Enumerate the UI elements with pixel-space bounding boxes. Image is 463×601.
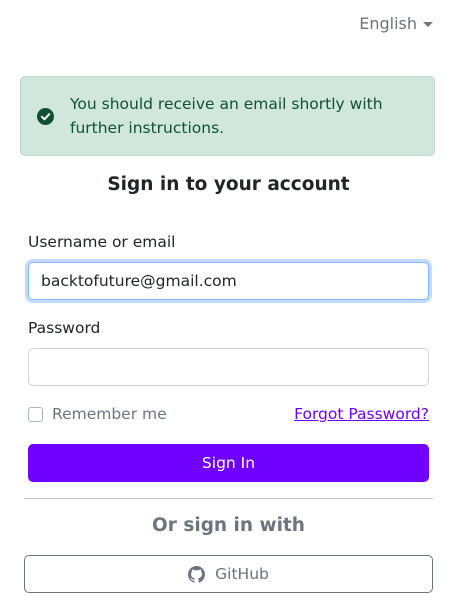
check-circle-icon [37, 107, 54, 125]
forgot-password-link[interactable]: Forgot Password? [294, 405, 429, 423]
chevron-down-icon [423, 22, 433, 27]
divider [24, 498, 433, 499]
remember-me-label: Remember me [52, 405, 167, 423]
remember-me[interactable]: Remember me [28, 405, 167, 423]
github-label: GitHub [215, 565, 269, 583]
github-icon [188, 565, 206, 583]
github-login-button[interactable]: GitHub [24, 555, 433, 593]
password-label: Password [28, 319, 101, 337]
remember-me-checkbox[interactable] [28, 406, 43, 422]
login-page: English You should receive an email shor… [0, 0, 463, 601]
username-input[interactable] [28, 262, 429, 300]
username-label: Username or email [28, 233, 176, 251]
sign-in-button[interactable]: Sign In [28, 444, 429, 482]
page-title: Sign in to your account [107, 174, 350, 195]
social-login-heading: Or sign in with [152, 515, 305, 536]
alert-message: You should receive an email shortly with… [70, 95, 383, 137]
success-alert: You should receive an email shortly with… [20, 76, 435, 156]
password-input[interactable] [28, 348, 429, 386]
language-label: English [359, 14, 417, 33]
language-selector[interactable]: English [359, 14, 433, 33]
